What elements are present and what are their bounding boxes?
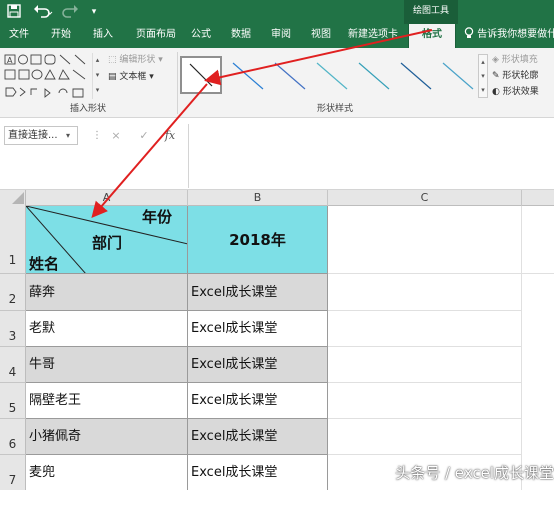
tab-page-layout[interactable]: 页面布局 — [130, 24, 182, 48]
row-header-4[interactable]: 4 — [0, 347, 26, 383]
pen-outline-icon: ✎ — [492, 71, 500, 81]
insert-function-icon[interactable]: fx — [160, 128, 180, 144]
tab-file[interactable]: 文件 — [4, 24, 34, 48]
column-header-c[interactable]: C — [328, 190, 522, 206]
formula-bar-grip: ⋮ — [92, 130, 102, 141]
formula-input[interactable] — [188, 124, 554, 188]
shape-styles-gallery-scroll[interactable]: ▴ ▾ ▾ — [478, 54, 488, 98]
cell-a3[interactable]: 老默 — [26, 311, 188, 347]
row-header-3[interactable]: 3 — [0, 311, 26, 347]
title-bar — [0, 0, 554, 24]
cell-b5[interactable]: Excel成长课堂 — [188, 383, 328, 419]
cell-a1-diagonal-header[interactable]: 年份 部门 姓名 — [26, 206, 188, 274]
tab-review[interactable]: 审阅 — [266, 24, 296, 48]
header-year-label: 年份 — [142, 208, 173, 226]
shape-fill-button[interactable]: ◈ 形状填充 — [492, 53, 554, 67]
customize-qa-icon[interactable]: ▾ — [88, 4, 100, 20]
cell-a2[interactable]: 薛奔 — [26, 274, 188, 311]
row-header-5[interactable]: 5 — [0, 383, 26, 419]
shape-style-swatch-5[interactable] — [352, 56, 394, 94]
save-icon[interactable] — [6, 4, 22, 20]
row-header-1[interactable]: 1 — [0, 206, 26, 274]
edit-shape-button[interactable]: ⬚ 编辑形状 ▾ — [108, 53, 180, 67]
effects-icon: ◐ — [492, 87, 500, 97]
cell-c1[interactable] — [328, 206, 522, 274]
shape-icons[interactable]: A — [3, 53, 103, 99]
cell-a6[interactable]: 小猪佩奇 — [26, 419, 188, 455]
tell-me-box[interactable]: 告诉我你想要做什么 — [464, 24, 554, 48]
tab-format[interactable]: 格式 — [408, 24, 456, 48]
cell-a5[interactable]: 隔壁老王 — [26, 383, 188, 419]
column-header-d[interactable] — [522, 190, 554, 206]
cell-b6[interactable]: Excel成长课堂 — [188, 419, 328, 455]
cancel-icon[interactable]: × — [106, 128, 126, 144]
cell-a7[interactable]: 麦兜 — [26, 455, 188, 490]
shape-style-swatch-3[interactable] — [268, 56, 310, 94]
tab-view[interactable]: 视图 — [306, 24, 336, 48]
cell-d1[interactable] — [522, 206, 554, 274]
select-all-corner[interactable] — [0, 190, 26, 206]
enter-icon[interactable]: ✓ — [134, 128, 154, 144]
cell-b7[interactable]: Excel成长课堂 — [188, 455, 328, 490]
group-label-insert-shapes: 插入形状 — [69, 104, 106, 114]
watermark: 头条号 / excel成长课堂 — [395, 464, 554, 482]
contextual-tab-group-label: 绘图工具 — [404, 0, 458, 24]
tab-formulas[interactable]: 公式 — [186, 24, 216, 48]
cell-b1[interactable]: 2018年 — [188, 206, 328, 274]
shape-style-swatch-2[interactable] — [226, 56, 268, 94]
group-label-shape-styles: 形状样式 — [316, 104, 353, 114]
header-name-label: 姓名 — [29, 255, 60, 273]
cell-b4[interactable]: Excel成长课堂 — [188, 347, 328, 383]
row-header-6[interactable]: 6 — [0, 419, 26, 455]
text-box-icon: ▤ — [108, 72, 117, 82]
shape-style-swatch-7[interactable] — [436, 56, 478, 94]
shapes-gallery-scroll[interactable]: ▴ ▾ ▾ — [92, 53, 102, 99]
tab-insert[interactable]: 插入 — [88, 24, 118, 48]
cell-a4[interactable]: 牛哥 — [26, 347, 188, 383]
cell-c3[interactable] — [328, 311, 522, 347]
tab-data[interactable]: 数据 — [226, 24, 256, 48]
tell-me-text: 告诉我你想要做什么 — [477, 29, 554, 40]
cell-b2[interactable]: Excel成长课堂 — [188, 274, 328, 311]
svg-text:A: A — [7, 56, 13, 65]
cell-c2[interactable] — [328, 274, 522, 311]
cell-c4[interactable] — [328, 347, 522, 383]
chevron-down-icon[interactable]: ▾ — [479, 69, 487, 83]
row-header-7[interactable]: 7 — [0, 455, 26, 490]
shape-outline-button[interactable]: ✎ 形状轮廓 — [492, 69, 554, 83]
undo-icon[interactable] — [32, 4, 54, 20]
shapes-gallery[interactable]: A — [3, 53, 103, 99]
shape-style-swatch-6[interactable] — [394, 56, 436, 94]
chevron-down-icon[interactable]: ▾ — [66, 130, 76, 142]
lightbulb-icon — [464, 27, 477, 40]
chevron-up-icon[interactable]: ▴ — [479, 55, 487, 69]
cell-c5[interactable] — [328, 383, 522, 419]
cell-c6[interactable] — [328, 419, 522, 455]
shape-effects-button[interactable]: ◐ 形状效果 — [492, 85, 554, 99]
column-header-a[interactable]: A — [26, 190, 188, 206]
row-header-2[interactable]: 2 — [0, 274, 26, 311]
paint-bucket-icon: ◈ — [492, 55, 499, 65]
gallery-expand-icon[interactable]: ▾ — [479, 83, 487, 97]
shape-style-swatch-4[interactable] — [310, 56, 352, 94]
header-dept-label: 部门 — [92, 234, 123, 252]
edit-shape-icon: ⬚ — [108, 55, 117, 65]
tab-new-tab[interactable]: 新建选项卡 — [344, 24, 402, 48]
cell-b3[interactable]: Excel成长课堂 — [188, 311, 328, 347]
tab-home[interactable]: 开始 — [46, 24, 76, 48]
text-box-button[interactable]: ▤ 文本框 ▾ — [108, 70, 180, 84]
column-header-b[interactable]: B — [188, 190, 328, 206]
redo-icon[interactable] — [60, 4, 82, 20]
shape-style-swatch-1[interactable] — [180, 56, 222, 94]
